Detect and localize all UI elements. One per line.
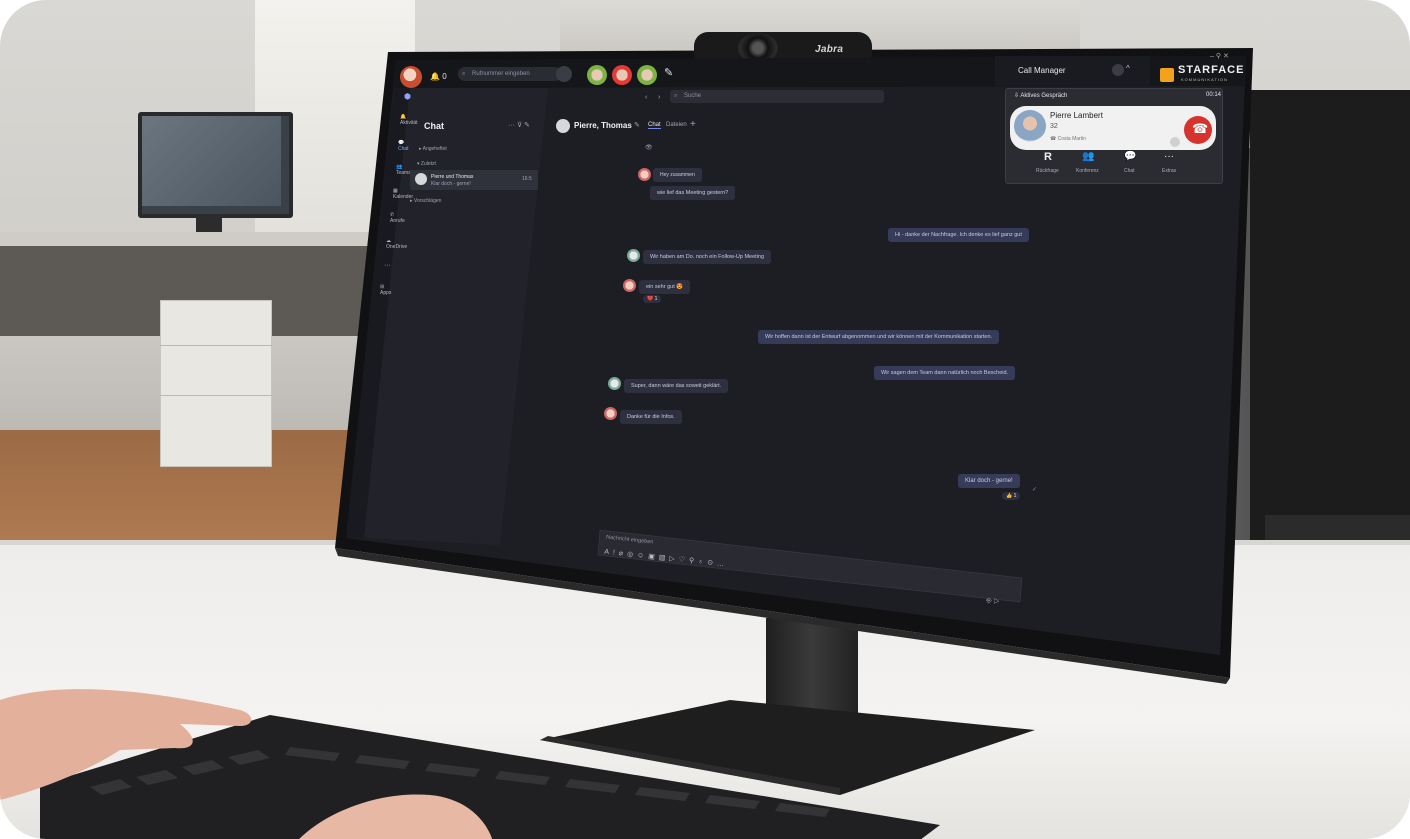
close-icon[interactable]: ✕ (1223, 53, 1229, 60)
more-options-icon[interactable]: … (717, 560, 729, 568)
extras-action-label[interactable]: Extras (1162, 168, 1176, 174)
consult-action-icon[interactable]: R (1044, 151, 1052, 163)
right-hand (299, 794, 493, 839)
caller-status: ☎ Costa Martin (1050, 136, 1086, 142)
call-popup-header: ⇩ Aktives Gespräch (1014, 93, 1068, 99)
hangup-icon: ☎ (1192, 121, 1209, 136)
left-hand (0, 689, 252, 800)
chat-action-label[interactable]: Chat (1124, 168, 1135, 174)
window-controls: – ⚲ ✕ (1210, 52, 1229, 60)
caller-number: 32 (1050, 123, 1058, 130)
caller-name: Pierre Lambert (1050, 111, 1103, 120)
chat-action-icon[interactable]: 💬 (1124, 151, 1136, 162)
send-icon[interactable]: ▷ (993, 598, 999, 606)
voice-icon[interactable]: ⎆ (986, 597, 992, 605)
composer-actions: ⎆ ▷ (986, 597, 1000, 606)
conference-action-icon[interactable]: 👥 (1082, 151, 1094, 162)
pin-icon[interactable]: ⚲ (1216, 53, 1221, 60)
minimize-icon[interactable]: – (1210, 53, 1214, 60)
incoming-call-icon: ⇩ (1014, 93, 1020, 99)
consult-action-label[interactable]: Rückfrage (1036, 168, 1059, 174)
call-timer: 00:14 (1206, 92, 1222, 98)
conference-action-label[interactable]: Konferenz (1076, 168, 1099, 174)
phone-icon: ☎ (1050, 136, 1057, 142)
extras-action-icon[interactable]: ··· (1164, 151, 1174, 162)
office-photo: Jabra 🔔 0 ⌕ Rufnummer eingeben ✎ Call Man… (0, 0, 1410, 839)
caller-info-icon[interactable] (1170, 137, 1180, 147)
caller-avatar (1014, 110, 1046, 142)
